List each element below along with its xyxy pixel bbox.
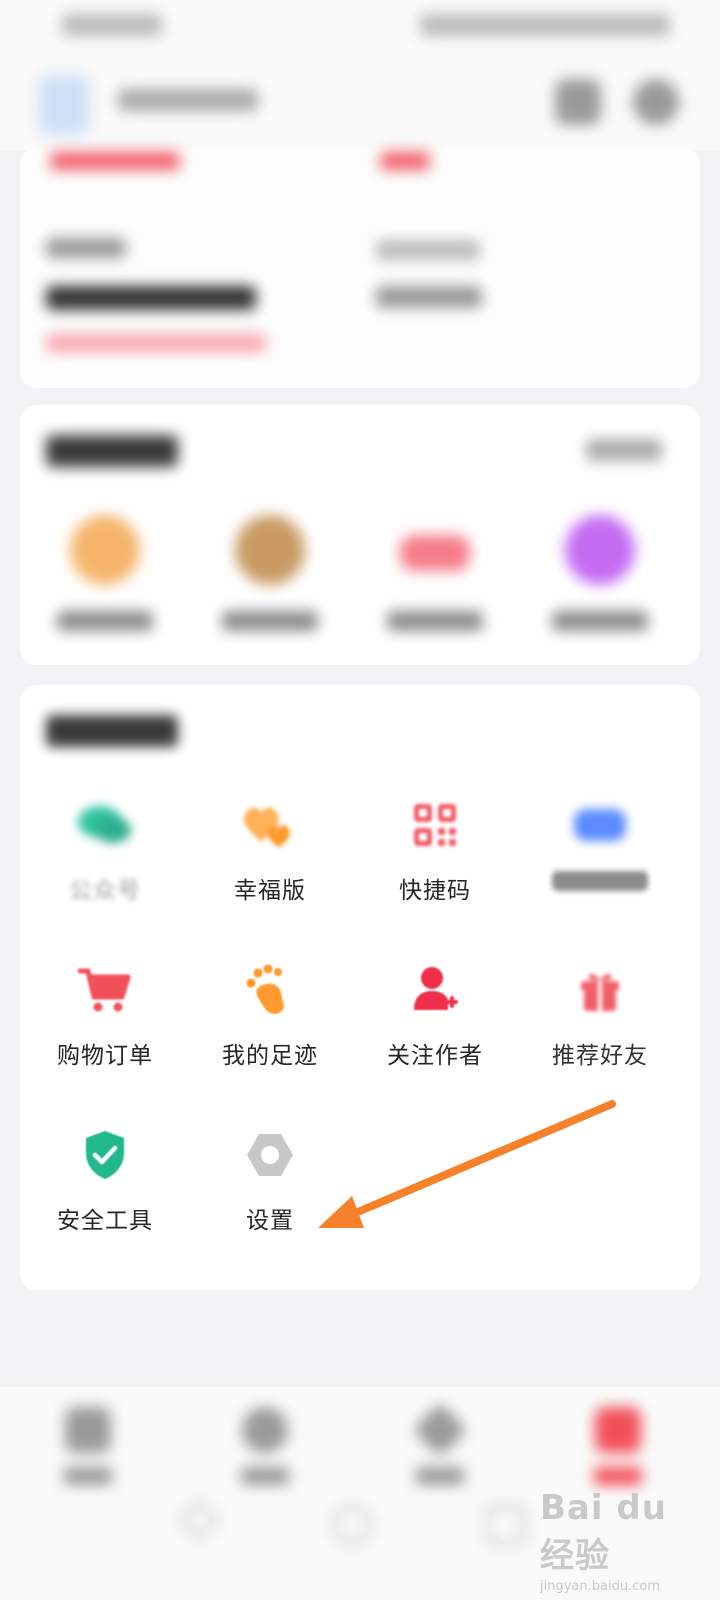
message-icon[interactable] — [555, 79, 601, 125]
grid-item-label: 设置 — [246, 1208, 294, 1234]
grid-item-label: 幸福版 — [234, 878, 306, 904]
headset-icon[interactable] — [633, 79, 679, 125]
grid-item-label: 推荐好友 — [552, 1043, 648, 1069]
shield-check-icon — [75, 1125, 135, 1185]
watermark-url: jingyan.baidu.com — [540, 1579, 660, 1594]
section-title — [46, 435, 178, 467]
grid-item-shopping-orders[interactable]: 购物订单 — [20, 960, 190, 1090]
grid-item-follow-authors[interactable]: 关注作者 — [350, 960, 520, 1090]
ticket-icon — [570, 795, 630, 855]
system-back-button[interactable] — [177, 1498, 221, 1542]
account-summary-card — [20, 148, 700, 388]
featured-services-card — [20, 405, 700, 665]
grid-item-label — [515, 871, 685, 897]
avatar[interactable] — [38, 75, 90, 135]
nav-item-home[interactable] — [28, 1407, 148, 1485]
status-bar — [0, 0, 720, 55]
featured-item[interactable] — [515, 515, 685, 631]
nav-item-mine[interactable] — [558, 1407, 678, 1485]
grid-item-security-tools[interactable]: 安全工具 — [20, 1125, 190, 1255]
grid-item-label: 公众号 — [69, 878, 141, 904]
grid-item-label: 我的足迹 — [222, 1043, 318, 1069]
section-title — [46, 715, 178, 747]
grid-item-label: 购物订单 — [57, 1043, 153, 1069]
qr-code-icon — [405, 795, 465, 855]
chat-bubble-icon — [75, 795, 135, 855]
system-recents-button[interactable] — [486, 1505, 526, 1545]
hearts-icon — [240, 795, 300, 855]
grid-item-official-account[interactable]: 公众号 — [20, 795, 190, 925]
featured-item[interactable] — [20, 515, 190, 631]
grid-item-recommend-friends[interactable]: 推荐好友 — [515, 960, 685, 1090]
footprint-icon — [240, 960, 300, 1020]
grid-item-happy-edition[interactable]: 幸福版 — [185, 795, 355, 925]
grid-item-quick-code[interactable]: 快捷码 — [350, 795, 520, 925]
grid-item-label: 关注作者 — [387, 1043, 483, 1069]
username — [118, 89, 258, 111]
featured-item[interactable] — [185, 515, 355, 631]
hexagon-nut-icon — [240, 1125, 300, 1185]
watermark-logo: Bai du 经验 — [540, 1488, 667, 1576]
grid-item-unclear[interactable] — [515, 795, 685, 925]
gift-icon — [570, 960, 630, 1020]
grid-item-settings[interactable]: 设置 — [185, 1125, 355, 1255]
system-home-button[interactable] — [332, 1505, 372, 1545]
nav-item-coupons[interactable] — [380, 1402, 500, 1485]
grid-item-label: 安全工具 — [57, 1208, 153, 1234]
grid-item-my-footprints[interactable]: 我的足迹 — [185, 960, 355, 1090]
featured-item[interactable] — [350, 515, 520, 631]
shopping-cart-icon — [75, 960, 135, 1020]
nav-item-wealth[interactable] — [205, 1407, 325, 1485]
baidu-jingyan-watermark: Bai du 经验 jingyan.baidu.com — [540, 1488, 710, 1594]
basic-services-card: 公众号 幸福版 快捷码 购物订单 我的足迹 关注作者 推荐好友 安全工具 设置 — [20, 685, 700, 1290]
user-plus-icon — [405, 960, 465, 1020]
profile-header — [0, 55, 720, 150]
grid-item-label: 快捷码 — [399, 878, 471, 904]
